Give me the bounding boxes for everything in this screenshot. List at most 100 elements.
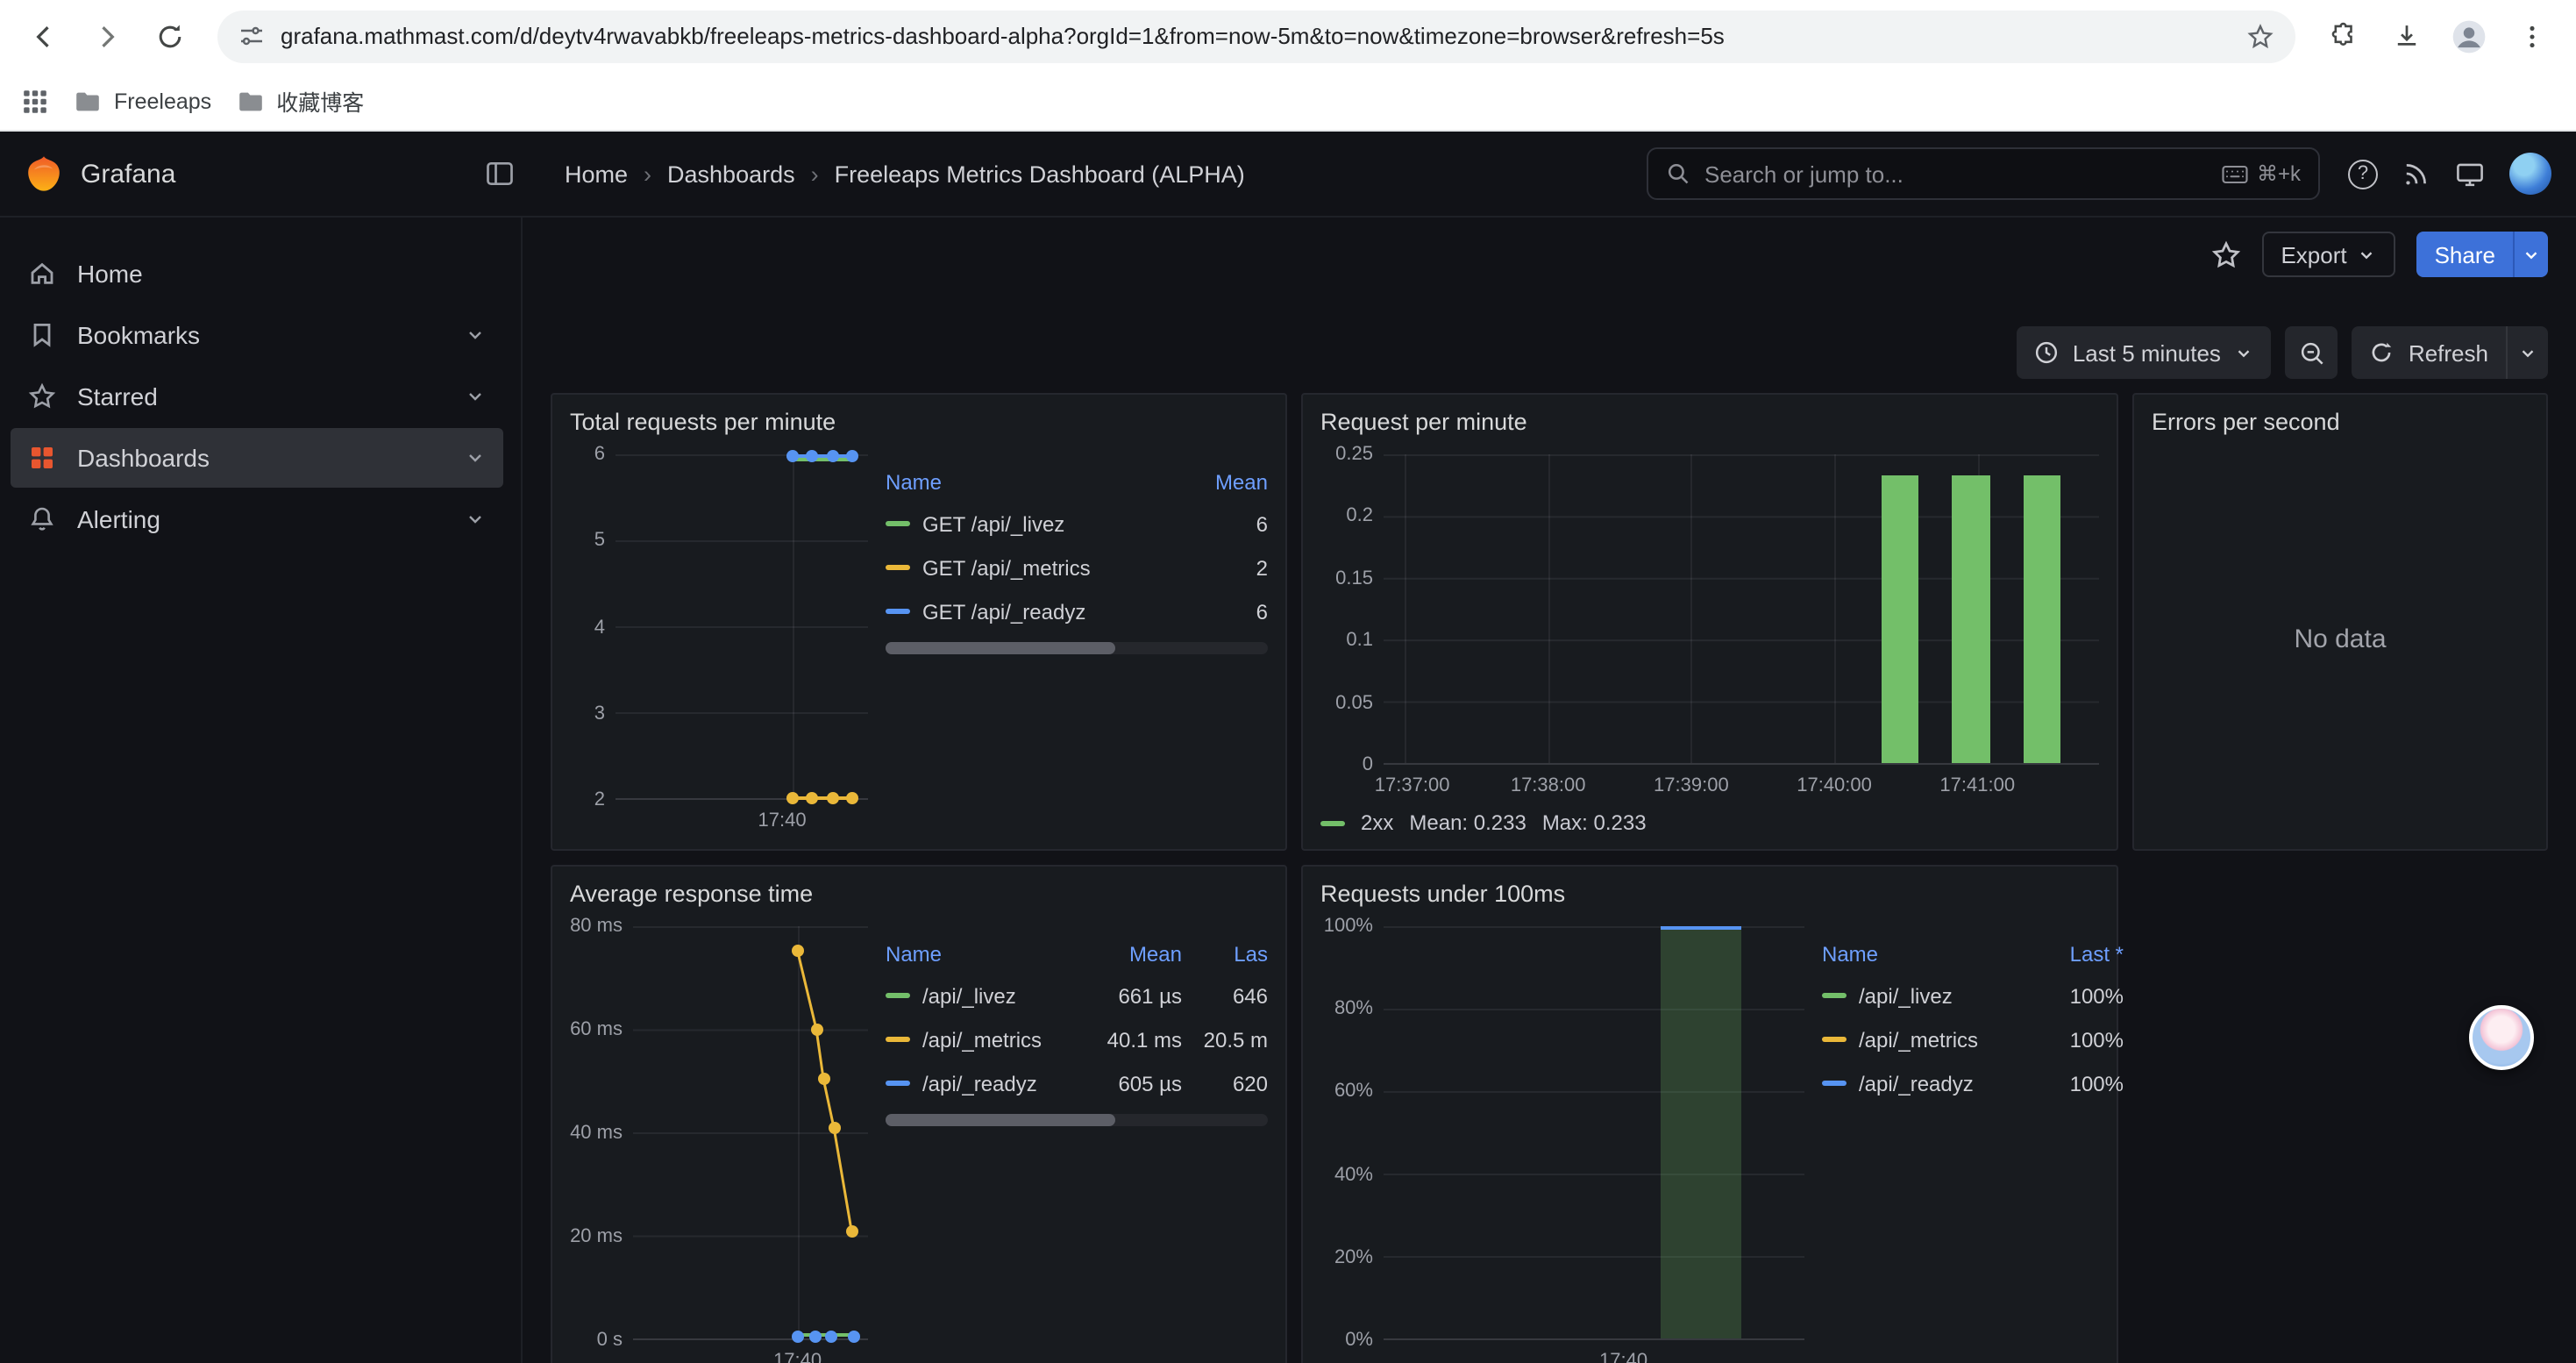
refresh-button[interactable]: Refresh <box>2352 326 2506 379</box>
help-icon[interactable]: ? <box>2348 159 2378 189</box>
site-info-icon[interactable] <box>238 23 265 49</box>
bookmark-folder-freeleaps[interactable]: Freeleaps <box>74 87 211 115</box>
chevron-down-icon[interactable] <box>465 325 486 346</box>
extensions-button[interactable] <box>2316 10 2369 62</box>
time-range-picker[interactable]: Last 5 minutes <box>2017 326 2272 379</box>
grafana-logo[interactable] <box>25 154 63 193</box>
address-bar[interactable]: grafana.mathmast.com/d/deytv4rwavabkb/fr… <box>217 10 2295 62</box>
chevron-down-icon[interactable] <box>465 386 486 407</box>
legend-scrollbar[interactable] <box>886 1114 1268 1126</box>
chevron-down-icon[interactable] <box>465 447 486 468</box>
share-menu-button[interactable] <box>2513 232 2548 277</box>
legend-table: Name Mean GET /api/_livez 6 <box>886 463 1268 835</box>
percent-bar <box>1662 926 1741 1338</box>
refresh-interval-button[interactable] <box>2506 326 2548 379</box>
series-color-dash <box>1320 820 1345 825</box>
search-icon <box>1666 161 1690 186</box>
legend-row[interactable]: /api/_livez 100% <box>1822 974 2124 1017</box>
y-axis: 6 5 4 3 2 <box>570 454 616 800</box>
chevron-down-icon <box>2522 245 2541 264</box>
time-controls: Last 5 minutes Refresh <box>551 326 2548 379</box>
legend-header-name[interactable]: Name <box>1822 942 1878 967</box>
breadcrumb-home[interactable]: Home <box>565 161 628 187</box>
downloads-button[interactable] <box>2380 10 2432 62</box>
zoom-out-button[interactable] <box>2286 326 2338 379</box>
refresh-split-button: Refresh <box>2352 326 2548 379</box>
forward-icon <box>91 20 123 52</box>
panel-total-requests: Total requests per minute 6 5 4 3 2 <box>551 393 1287 851</box>
back-button[interactable] <box>18 10 70 62</box>
folder-icon <box>236 87 264 115</box>
panel-title[interactable]: Request per minute <box>1320 409 2099 435</box>
bar-2xx <box>2024 475 2060 763</box>
bookmarks-bar: Freeleaps 收藏博客 <box>0 72 2576 132</box>
chevron-down-icon <box>2518 343 2537 362</box>
legend-row[interactable]: /api/_metrics 40.1 ms 20.5 m <box>886 1017 1268 1061</box>
legend-row[interactable]: GET /api/_metrics 2 <box>886 546 1268 589</box>
forward-button[interactable] <box>81 10 133 62</box>
y-axis: 100% 80% 60% 40% 20% 0% <box>1320 926 1384 1340</box>
x-axis: 17:40 <box>1384 1347 1804 1363</box>
reload-icon <box>154 20 186 52</box>
assistant-avatar-overlay[interactable] <box>2469 1005 2534 1070</box>
x-axis: 17:37:00 17:38:00 17:39:00 17:40:00 17:4… <box>1384 772 2099 800</box>
legend-row[interactable]: /api/_readyz 605 µs 620 <box>886 1061 1268 1105</box>
favorite-dashboard-button[interactable] <box>2210 239 2240 269</box>
legend-row[interactable]: /api/_metrics 100% <box>1822 1017 2124 1061</box>
bookmark-folder-blogs[interactable]: 收藏博客 <box>236 84 364 118</box>
legend-row[interactable]: /api/_readyz 100% <box>1822 1061 2124 1105</box>
sidebar-item-starred[interactable]: Starred <box>11 367 503 426</box>
legend-header-mean[interactable]: Mean <box>1215 470 1268 495</box>
reload-button[interactable] <box>144 10 196 62</box>
line-chart-plot <box>633 926 868 1340</box>
legend-row[interactable]: /api/_livez 661 µs 646 <box>886 974 1268 1017</box>
sidebar-item-label: Dashboards <box>77 444 210 472</box>
main-area: Export Share Last 5 minu <box>523 218 2576 1363</box>
series-color-dash <box>1822 1081 1847 1086</box>
legend-row-2xx[interactable]: 2xx Mean: 0.233 Max: 0.233 <box>1320 810 2099 835</box>
sidebar-item-bookmarks[interactable]: Bookmarks <box>11 305 503 365</box>
legend-header-mean[interactable]: Mean <box>1073 942 1182 967</box>
breadcrumb-dashboards[interactable]: Dashboards <box>667 161 795 187</box>
scrollbar-thumb[interactable] <box>886 1114 1115 1126</box>
scrollbar-thumb[interactable] <box>886 642 1115 654</box>
browser-menu-button[interactable] <box>2506 10 2558 62</box>
bar-chart-plot <box>1384 454 2099 765</box>
export-button[interactable]: Export <box>2261 232 2395 277</box>
sidebar-item-alerting[interactable]: Alerting <box>11 489 503 549</box>
sidebar-item-dashboards[interactable]: Dashboards <box>11 428 503 488</box>
series-color-dash <box>886 993 910 998</box>
search-shortcut: ⌘+k <box>2222 161 2301 186</box>
sidebar-item-label: Home <box>77 260 143 288</box>
apps-grid-icon[interactable] <box>21 87 49 115</box>
legend-scrollbar[interactable] <box>886 642 1268 654</box>
panel-title[interactable]: Average response time <box>570 881 1268 907</box>
url-text: grafana.mathmast.com/d/deytv4rwavabkb/fr… <box>281 23 2231 49</box>
y-axis: 0.25 0.2 0.15 0.1 0.05 0 <box>1320 454 1384 765</box>
profile-button[interactable] <box>2443 10 2495 62</box>
news-rss-icon[interactable] <box>2402 160 2430 188</box>
legend-row[interactable]: GET /api/_readyz 6 <box>886 589 1268 633</box>
legend-header-last[interactable]: Last * <box>2070 942 2124 967</box>
sidebar-toggle-button[interactable] <box>484 158 516 189</box>
panel-avg-response-time: Average response time 80 ms 60 ms 40 ms … <box>551 865 1287 1363</box>
sidebar-item-home[interactable]: Home <box>11 244 503 303</box>
user-avatar[interactable] <box>2509 153 2551 195</box>
screen: grafana.mathmast.com/d/deytv4rwavabkb/fr… <box>0 0 2576 1363</box>
legend-header-name[interactable]: Name <box>886 942 942 967</box>
panel-title[interactable]: Errors per second <box>2152 409 2529 435</box>
legend-row[interactable]: GET /api/_livez 6 <box>886 502 1268 546</box>
download-icon <box>2391 21 2421 51</box>
panel-title[interactable]: Requests under 100ms <box>1320 881 2099 907</box>
share-button[interactable]: Share <box>2417 232 2513 277</box>
bookmark-star-icon[interactable] <box>2246 22 2274 50</box>
bar-2xx <box>1953 475 1989 763</box>
panel-title[interactable]: Total requests per minute <box>570 409 1268 435</box>
legend-header-last[interactable]: Las <box>1194 942 1268 967</box>
monitor-icon[interactable] <box>2455 159 2485 189</box>
breadcrumb-separator: › <box>644 161 651 187</box>
legend-header-name[interactable]: Name <box>886 470 942 495</box>
series-color-dash <box>886 1037 910 1042</box>
chevron-down-icon[interactable] <box>465 509 486 530</box>
search-input[interactable]: Search or jump to... ⌘+k <box>1647 147 2320 200</box>
